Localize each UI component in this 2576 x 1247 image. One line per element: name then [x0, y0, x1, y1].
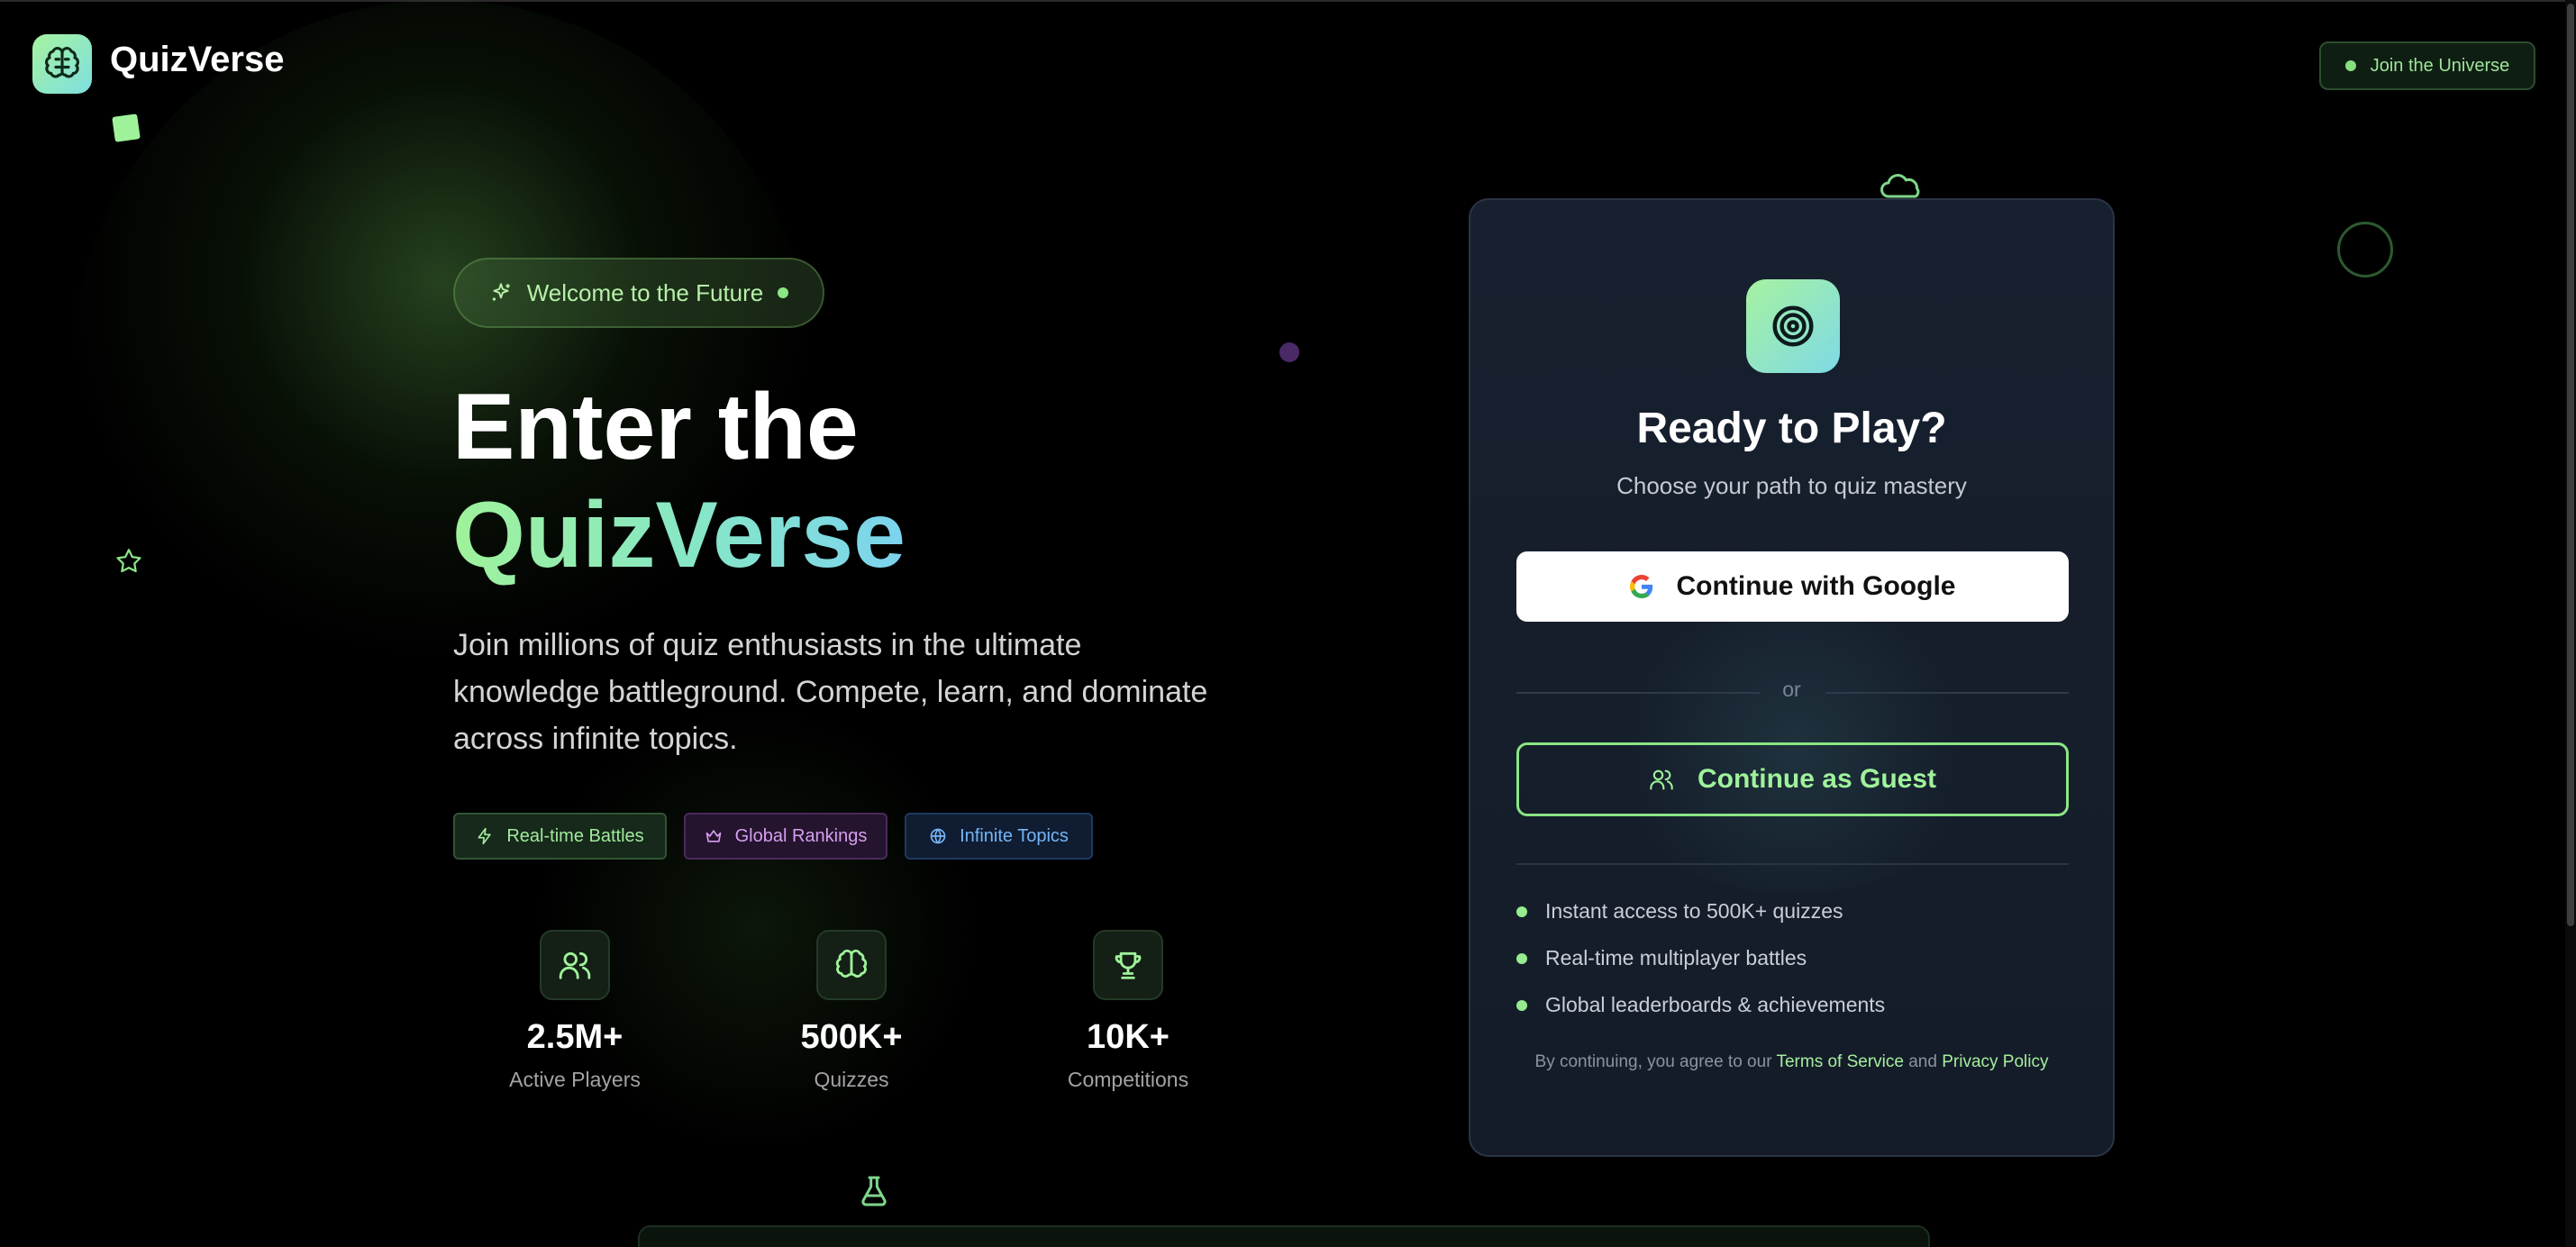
logo-brain-icon[interactable]	[32, 34, 92, 94]
stat-label: Active Players	[509, 1068, 641, 1091]
feature-item: Instant access to 500K+ quizzes	[1516, 899, 1843, 924]
join-universe-label: Join the Universe	[2370, 55, 2510, 76]
users-icon	[1650, 769, 1673, 790]
bottom-section-panel	[638, 1225, 1930, 1247]
square-deco-icon	[112, 114, 141, 142]
card-title: Ready to Play?	[1636, 405, 1947, 452]
cloud-deco-icon	[1880, 174, 1920, 198]
terms-and: and	[1908, 1052, 1937, 1071]
globe-icon	[930, 828, 946, 844]
privacy-policy-link[interactable]: Privacy Policy	[1942, 1052, 2048, 1071]
feature-text: Global leaderboards & achievements	[1545, 993, 1886, 1016]
feature-text: Real-time multiplayer battles	[1545, 946, 1807, 969]
pill-real-time-battles[interactable]: Real-time Battles	[453, 813, 667, 860]
crown-icon	[705, 830, 721, 842]
bullet-dot-icon	[1516, 952, 1527, 964]
guest-button-label: Continue as Guest	[1697, 764, 1937, 794]
welcome-badge-label: Welcome to the Future	[526, 278, 764, 306]
stat-label: Competitions	[1067, 1068, 1189, 1091]
stat-value: 10K+	[1087, 1018, 1170, 1056]
terms-of-service-link[interactable]: Terms of Service	[1776, 1052, 1903, 1071]
stat-value: 2.5M+	[526, 1018, 624, 1056]
stat-value: 500K+	[800, 1018, 903, 1056]
lightning-icon	[478, 827, 492, 845]
google-button-label: Continue with Google	[1676, 571, 1956, 601]
purple-dot-deco-icon	[1279, 342, 1299, 362]
stat-active-players: 2.5M+ Active Players	[467, 930, 683, 1092]
scrollbar-track[interactable]	[2565, 0, 2576, 1247]
login-card: Ready to Play? Choose your path to quiz …	[1469, 198, 2115, 1157]
terms-prefix: By continuing, you agree to our	[1534, 1052, 1772, 1071]
join-universe-button[interactable]: Join the Universe	[2319, 41, 2535, 90]
sparkle-icon	[492, 283, 510, 301]
badge-dot-icon	[778, 287, 789, 298]
stat-competitions: 10K+ Competitions	[1020, 930, 1236, 1092]
hero-title-line1: Enter the	[452, 375, 859, 479]
stat-quizzes: 500K+ Quizzes	[743, 930, 960, 1092]
pill-infinite-topics[interactable]: Infinite Topics	[905, 813, 1093, 860]
card-subtitle: Choose your path to quiz mastery	[1616, 472, 1967, 499]
flask-deco-icon	[861, 1176, 887, 1206]
feature-text: Instant access to 500K+ quizzes	[1545, 899, 1843, 923]
star-deco-icon	[116, 549, 141, 573]
or-divider-text: or	[1782, 678, 1801, 701]
card-separator	[1516, 863, 2069, 865]
scrollbar-thumb[interactable]	[2567, 4, 2574, 926]
terms-notice: By continuing, you agree to our Terms of…	[1470, 1052, 2113, 1072]
continue-with-google-button[interactable]: Continue with Google	[1516, 551, 2069, 622]
app-name[interactable]: QuizVerse	[110, 40, 284, 80]
window-top-border	[0, 0, 2576, 2]
brain-icon	[816, 930, 887, 1000]
users-icon	[540, 930, 610, 1000]
welcome-badge: Welcome to the Future	[453, 258, 824, 328]
stat-label: Quizzes	[814, 1068, 889, 1091]
pill-global-rankings[interactable]: Global Rankings	[684, 813, 887, 860]
hero-title-line2: QuizVerse	[452, 479, 906, 591]
bullet-dot-icon	[1516, 906, 1527, 917]
trophy-icon	[1093, 930, 1163, 1000]
continue-as-guest-button[interactable]: Continue as Guest	[1516, 742, 2069, 816]
feature-item: Global leaderboards & achievements	[1516, 993, 1885, 1017]
google-logo-icon	[1629, 575, 1652, 598]
ring-deco-icon	[2337, 222, 2393, 278]
pill-label: Real-time Battles	[506, 825, 644, 846]
hero-description: Join millions of quiz enthusiasts in the…	[453, 628, 1208, 756]
pill-label: Infinite Topics	[960, 825, 1069, 846]
status-dot-icon	[2344, 60, 2356, 71]
pill-label: Global Rankings	[734, 825, 868, 846]
feature-item: Real-time multiplayer battles	[1516, 946, 1807, 970]
bullet-dot-icon	[1516, 999, 1527, 1011]
target-icon	[1746, 279, 1840, 373]
